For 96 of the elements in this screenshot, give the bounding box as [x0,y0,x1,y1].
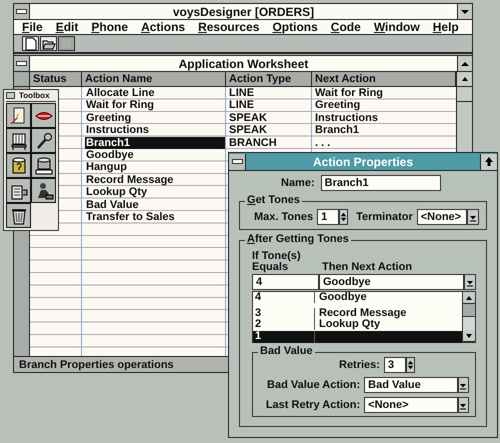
microphone-tool-icon[interactable] [31,128,56,153]
document-tool-icon[interactable] [6,103,31,128]
column-header[interactable]: Action Name [82,72,226,86]
next-action-dropdown[interactable]: Goodbye [319,274,464,290]
control-menu-box[interactable] [14,4,30,19]
menu-item[interactable]: Actions [141,20,186,34]
status-text: Branch Properties operations [19,358,174,370]
field-label: Name: [281,177,315,189]
field-label: Bad Value Action: [266,379,360,391]
trash-can-icon[interactable] [6,203,31,228]
table-cell: SPEAK [229,112,267,124]
menu-item[interactable]: Help [432,20,459,34]
caret-up-icon [465,294,473,302]
menu-item[interactable]: Options [272,20,318,34]
table-cell[interactable]: Record Message [85,174,174,186]
menu-item[interactable]: Phone [91,20,128,34]
window-title: voysDesigner [ORDERS] [172,4,316,18]
up-down-arrows-icon [406,358,414,372]
group-label: Bad Value [258,345,315,357]
switchboard-tool-icon[interactable] [6,128,31,153]
question-database-tool-icon[interactable] [6,153,31,178]
list-row[interactable]: 3 Record Message [253,308,462,319]
table-cell: SPEAK [229,124,267,136]
dropdown-button[interactable] [458,397,469,413]
table-cell[interactable]: Lookup Qty [85,186,148,198]
maximize-button[interactable] [457,56,472,71]
worksheet-title: Application Worksheet [178,56,310,70]
tone-field[interactable]: 4 [252,274,319,290]
table-cell[interactable]: Hangup [85,161,128,174]
group-label: Get Tones [245,194,302,206]
caret-down-icon [461,8,469,14]
toolbox-title: Toolbox [19,91,50,100]
column-header[interactable]: Status [30,72,82,86]
field-label: Max. Tones [254,211,314,223]
control-menu-box[interactable] [6,92,15,99]
minimize-button[interactable] [457,4,472,19]
menu-item[interactable]: File [22,20,43,34]
lips-tool-icon[interactable] [31,103,56,128]
menu-item[interactable]: Code [330,20,361,34]
max-tones-field[interactable]: 1 [317,209,340,225]
menu-item[interactable]: Window [374,20,420,34]
cylinder-tool-icon[interactable] [31,153,56,178]
arrow-up-icon [484,156,494,167]
dropdown-button[interactable] [466,209,479,225]
table-cell: LINE [229,99,254,112]
table-cell[interactable]: Transfer to Sales [85,210,176,223]
desk-phone-tool-icon[interactable] [31,178,56,203]
name-field[interactable]: Branch1 [320,175,441,191]
maximize-button[interactable] [480,154,497,170]
new-file-button[interactable] [22,36,39,51]
scrollbar[interactable] [462,292,475,342]
column-header: If Tone(s) [252,251,302,262]
control-menu-box[interactable] [229,154,246,170]
caret-up-icon [461,60,469,66]
table-cell: LINE [229,87,254,99]
group-label: After Getting Tones [245,233,351,245]
table-cell[interactable]: Bad Value [85,198,140,211]
up-down-arrows-icon [340,210,348,224]
control-menu-box[interactable] [14,56,30,71]
column-header: Equals [252,262,288,273]
table-cell[interactable]: Goodbye [85,148,135,161]
table-cell[interactable]: Allocate Line [85,87,156,99]
table-cell: BRANCH [229,136,277,149]
caret-down-icon [465,332,473,340]
table-cell: Branch1 [315,124,360,136]
caret-up-icon [460,75,468,83]
open-folder-button[interactable] [40,36,57,51]
field-label: Retries: [339,359,380,371]
list-row[interactable]: 4 Goodbye [253,292,462,303]
menu-item[interactable]: Edit [56,20,78,34]
dialog-title: Action Properties [312,154,414,168]
table-cell: Greeting [315,99,360,112]
column-header: Then Next Action [322,262,412,273]
table-cell: . . . [315,136,330,149]
retries-field[interactable]: 3 [384,357,406,373]
scroll-thumb[interactable] [457,87,472,102]
list-row[interactable]: 1 [253,331,462,343]
column-header[interactable]: Action Type [226,72,312,86]
table-cell[interactable]: Branch1 [85,136,225,149]
menu-item[interactable]: Resources [198,20,260,34]
spin-button[interactable] [339,209,348,225]
dropdown-button[interactable] [464,274,476,290]
table-cell: Instructions [315,112,378,124]
scroll-thumb[interactable] [463,304,475,317]
last-retry-action-dropdown[interactable]: <None> [364,397,458,413]
table-cell[interactable]: Instructions [85,124,150,136]
table-cell[interactable]: Greeting [85,112,132,124]
field-label: Terminator [356,211,413,223]
building-tool-icon[interactable] [6,178,31,203]
table-cell: Wait for Ring [315,87,384,99]
bad-value-action-dropdown[interactable]: Bad Value [364,377,458,393]
list-row[interactable]: 2 Lookup Qty [253,319,462,330]
dropdown-button[interactable] [458,377,469,393]
field-label: Last Retry Action: [264,399,360,411]
table-cell[interactable]: Wait for Ring [85,99,156,112]
terminator-dropdown[interactable]: <None> [416,209,467,225]
